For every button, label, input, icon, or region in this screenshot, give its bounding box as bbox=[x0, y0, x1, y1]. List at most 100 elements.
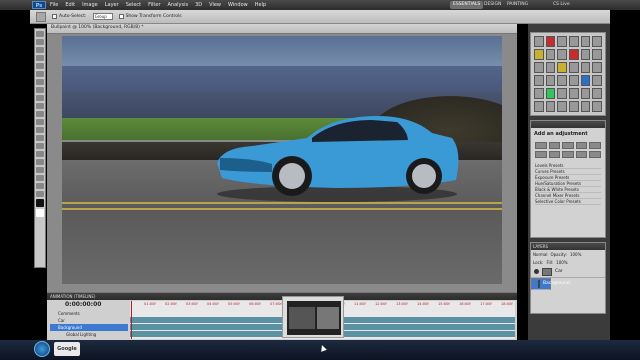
swatch[interactable] bbox=[534, 88, 544, 99]
brightness-icon[interactable] bbox=[535, 142, 547, 149]
swatch[interactable] bbox=[592, 49, 602, 60]
swatch[interactable] bbox=[592, 101, 602, 112]
swatch[interactable] bbox=[545, 101, 556, 112]
foreground-color-icon[interactable] bbox=[36, 199, 44, 207]
workspace-design[interactable]: DESIGN bbox=[481, 1, 504, 9]
swatch[interactable] bbox=[580, 88, 591, 99]
swatch[interactable] bbox=[557, 75, 567, 86]
layer-row-car[interactable]: Car bbox=[531, 266, 605, 278]
menu-analysis[interactable]: Analysis bbox=[168, 2, 189, 8]
photo-filter-icon[interactable] bbox=[575, 151, 588, 158]
mixer-icon[interactable] bbox=[589, 151, 601, 158]
background-color-icon[interactable] bbox=[36, 209, 44, 217]
menu-image[interactable]: Image bbox=[82, 2, 98, 8]
swatch[interactable] bbox=[557, 101, 567, 112]
swatch[interactable] bbox=[557, 49, 567, 60]
eraser-icon[interactable] bbox=[36, 111, 44, 117]
crop-icon[interactable] bbox=[36, 63, 44, 69]
row-car[interactable]: Car bbox=[50, 317, 65, 324]
swatch[interactable] bbox=[592, 36, 602, 47]
auto-select-toggle[interactable]: Auto-Select: bbox=[52, 14, 87, 19]
swatch[interactable] bbox=[545, 88, 556, 99]
preset-item[interactable]: Selective Color Presets bbox=[535, 199, 601, 205]
3d-rotate-icon[interactable] bbox=[36, 175, 44, 181]
blur-icon[interactable] bbox=[36, 127, 44, 133]
menu-help[interactable]: Help bbox=[255, 2, 266, 8]
swatch[interactable] bbox=[569, 88, 579, 99]
swatch[interactable] bbox=[534, 75, 544, 86]
swatch[interactable] bbox=[569, 75, 579, 86]
swatch[interactable] bbox=[545, 49, 556, 60]
workspace-painting[interactable]: PAINTING bbox=[504, 1, 531, 9]
gradient-icon[interactable] bbox=[36, 119, 44, 125]
type-icon[interactable] bbox=[36, 151, 44, 157]
swatch[interactable] bbox=[557, 88, 567, 99]
row-background[interactable]: Background bbox=[50, 324, 128, 331]
path-select-icon[interactable] bbox=[36, 159, 44, 165]
start-button[interactable] bbox=[34, 341, 50, 357]
swatch[interactable] bbox=[580, 101, 591, 112]
swatch[interactable] bbox=[569, 62, 579, 73]
swatch[interactable] bbox=[592, 88, 602, 99]
zoom-icon[interactable] bbox=[36, 191, 44, 197]
menu-filter[interactable]: Filter bbox=[148, 2, 160, 8]
swatch[interactable] bbox=[592, 75, 602, 86]
healing-icon[interactable] bbox=[36, 79, 44, 85]
auto-select-checkbox[interactable] bbox=[52, 14, 57, 19]
menu-edit[interactable]: Edit bbox=[65, 2, 75, 8]
menu-file[interactable]: File bbox=[50, 2, 58, 8]
cs-live-button[interactable]: CS Live bbox=[550, 1, 573, 9]
marquee-icon[interactable] bbox=[36, 39, 44, 45]
swatch[interactable] bbox=[569, 49, 579, 60]
swatch[interactable] bbox=[545, 75, 556, 86]
swatch[interactable] bbox=[569, 101, 579, 112]
menu-3d[interactable]: 3D bbox=[195, 2, 202, 8]
taskbar-thumbnail-preview[interactable] bbox=[282, 296, 344, 338]
auto-select-dropdown[interactable]: Group bbox=[92, 13, 113, 20]
swatch[interactable] bbox=[580, 62, 591, 73]
image-canvas[interactable] bbox=[62, 36, 502, 284]
hue-icon[interactable] bbox=[535, 151, 547, 158]
layer-row-background[interactable]: Background bbox=[531, 278, 570, 290]
fill-value[interactable]: 100% bbox=[556, 260, 567, 265]
swatch[interactable] bbox=[545, 62, 556, 73]
swatch[interactable] bbox=[557, 36, 567, 47]
swatch[interactable] bbox=[534, 62, 544, 73]
menu-select[interactable]: Select bbox=[126, 2, 141, 8]
swatch[interactable] bbox=[592, 62, 602, 73]
bw-icon[interactable] bbox=[562, 151, 574, 158]
menu-layer[interactable]: Layer bbox=[105, 2, 119, 8]
taskbar-google-button[interactable]: Google bbox=[54, 342, 80, 356]
row-comments[interactable]: Comments bbox=[50, 310, 80, 317]
lasso-icon[interactable] bbox=[36, 47, 44, 53]
hand-icon[interactable] bbox=[36, 183, 44, 189]
menu-window[interactable]: Window bbox=[228, 2, 248, 8]
move-icon[interactable] bbox=[36, 31, 44, 37]
workspace-essentials[interactable]: ESSENTIALS bbox=[450, 1, 484, 9]
swatch[interactable] bbox=[580, 49, 591, 60]
eye-icon[interactable] bbox=[534, 269, 539, 274]
document-tab[interactable]: Bullpaint @ 100% (Background, RGB/8) * bbox=[47, 24, 517, 34]
swatch[interactable] bbox=[580, 36, 591, 47]
swatch[interactable] bbox=[569, 36, 579, 47]
swatch[interactable] bbox=[534, 101, 544, 112]
dodge-icon[interactable] bbox=[36, 135, 44, 141]
swatch[interactable] bbox=[580, 75, 591, 86]
brush-icon[interactable] bbox=[36, 87, 44, 93]
pen-icon[interactable] bbox=[36, 143, 44, 149]
opacity-value[interactable]: 100% bbox=[570, 252, 581, 257]
stamp-icon[interactable] bbox=[36, 95, 44, 101]
swatch[interactable] bbox=[557, 62, 567, 73]
vibrance-icon[interactable] bbox=[589, 142, 601, 149]
exposure-icon[interactable] bbox=[575, 142, 588, 149]
history-brush-icon[interactable] bbox=[36, 103, 44, 109]
playhead[interactable] bbox=[131, 301, 132, 339]
blend-mode-select[interactable]: Normal bbox=[533, 252, 547, 257]
levels-icon[interactable] bbox=[548, 142, 561, 149]
swatch[interactable] bbox=[534, 36, 544, 47]
shape-icon[interactable] bbox=[36, 167, 44, 173]
show-transform-toggle[interactable]: Show Transform Controls bbox=[118, 14, 182, 19]
move-tool-icon[interactable] bbox=[36, 11, 46, 22]
balance-icon[interactable] bbox=[548, 151, 561, 158]
row-global-lighting[interactable]: Global Lighting bbox=[50, 331, 96, 338]
